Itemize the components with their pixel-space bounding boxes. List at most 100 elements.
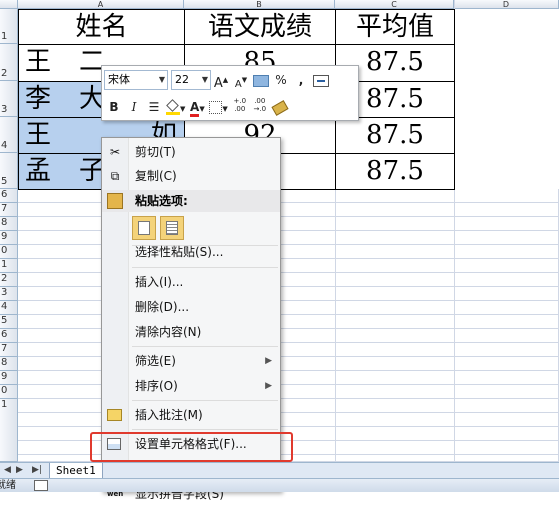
column-header-a[interactable]: A (18, 0, 184, 9)
menu-item-delete[interactable]: 删除(D)... (102, 295, 282, 319)
select-all-corner[interactable] (0, 0, 18, 9)
row-header-6[interactable]: 6 (0, 189, 18, 203)
italic-button[interactable]: I (124, 97, 144, 117)
tab-scroll-prev-icon[interactable]: ▶ (16, 463, 23, 477)
tab-scroll-last-icon[interactable]: ▶| (32, 463, 42, 477)
increase-decimal-button[interactable]: +.0 .00 (230, 97, 250, 117)
average-cell[interactable]: 87.5 (335, 153, 455, 190)
row-header-12[interactable]: 2 (0, 273, 18, 287)
menu-separator (132, 400, 278, 401)
grow-font-button[interactable]: A▲ (211, 70, 231, 91)
row-header-9[interactable]: 9 (0, 231, 18, 245)
menu-item-insert-comment[interactable]: 插入批注(M) (102, 403, 282, 427)
header-average[interactable]: 平均值 (335, 9, 455, 45)
row-header-11[interactable]: 1 (0, 259, 18, 273)
merge-center-icon (313, 74, 329, 87)
row-header-4[interactable]: 4 (0, 117, 18, 153)
paste-button[interactable] (132, 216, 156, 240)
name-first-char: 王 (25, 47, 52, 77)
percent-style-button[interactable]: % (271, 70, 291, 90)
chevron-down-icon: ▼ (222, 105, 228, 113)
copy-icon: ⧉ (110, 169, 120, 183)
font-name-select[interactable]: 宋体 ▼ (104, 70, 168, 90)
font-name-value: 宋体 (108, 73, 130, 86)
row-header-3[interactable]: 3 (0, 81, 18, 117)
font-size-select[interactable]: 22 ▼ (171, 70, 211, 90)
menu-item-label: 删除(D)... (135, 300, 190, 314)
bold-button[interactable]: B (104, 97, 124, 117)
shrink-font-button[interactable]: A▼ (231, 70, 251, 90)
menu-item-label: 清除内容(N) (135, 325, 202, 339)
tab-scroll-first-icon[interactable]: ◀ (4, 463, 11, 477)
row-header-21[interactable]: 1 (0, 399, 18, 462)
row-header-1[interactable]: 1 (0, 9, 18, 44)
menu-item-label: 复制(C) (135, 169, 177, 183)
row-header-2[interactable]: 2 (0, 44, 18, 81)
paint-bucket-icon (166, 98, 180, 115)
column-header-c[interactable]: C (335, 0, 454, 9)
row-header-16[interactable]: 6 (0, 329, 18, 343)
menu-item-label: 插入批注(M) (135, 408, 203, 422)
percent-icon: % (275, 73, 287, 87)
font-size-value: 22 (175, 73, 189, 86)
row-header-10[interactable]: 0 (0, 245, 18, 259)
center-align-button[interactable]: ☰ (144, 97, 164, 117)
highlight-annotation (90, 432, 293, 462)
row-header-19[interactable]: 9 (0, 371, 18, 385)
submenu-arrow-icon: ▶ (265, 381, 272, 391)
row-header-8[interactable]: 8 (0, 217, 18, 231)
comment-icon (107, 409, 122, 421)
column-header-d[interactable]: D (454, 0, 559, 9)
scissors-icon: ✂ (109, 145, 121, 159)
menu-item-filter[interactable]: 筛选(E) ▶ (102, 349, 282, 373)
menu-item-paste-special[interactable]: 选择性粘贴(S)... (102, 240, 282, 264)
menu-item-cut[interactable]: ✂ 剪切(T) (102, 140, 282, 164)
row-header-13[interactable]: 3 (0, 287, 18, 301)
comma-style-button[interactable]: , (291, 70, 311, 90)
paste-values-button[interactable] (160, 216, 184, 240)
format-painter-icon (271, 99, 289, 116)
sheet-tab[interactable]: Sheet1 (49, 463, 103, 479)
menu-item-label: 剪切(T) (135, 145, 176, 159)
row-header-7[interactable]: 7 (0, 203, 18, 217)
menu-item-copy[interactable]: ⧉ 复制(C) (102, 164, 282, 188)
row-header-17[interactable]: 7 (0, 343, 18, 357)
sheet-tab-bar: ◀ ▶ ▶| Sheet1 (0, 462, 559, 479)
paste-options-label: 粘贴选项: (135, 194, 188, 208)
menu-item-label: 排序(O) (135, 379, 178, 393)
merge-center-button[interactable] (311, 70, 331, 90)
fill-color-button[interactable]: ▼ (164, 97, 187, 117)
row-header-18[interactable]: 8 (0, 357, 18, 371)
font-color-button[interactable]: A▼ (187, 97, 207, 117)
column-header-b[interactable]: B (184, 0, 335, 9)
menu-separator (132, 267, 278, 268)
format-painter-button[interactable] (270, 97, 290, 117)
mini-toolbar: 宋体 ▼ 22 ▼ A▲ A▼ % , B I ☰ ▼ A▼ ▼ +.0 .00 .… (101, 65, 359, 121)
borders-button[interactable]: ▼ (207, 97, 229, 117)
paste-options-header: 粘贴选项: (102, 190, 280, 212)
average-cell[interactable]: 87.5 (335, 117, 455, 154)
borders-icon (209, 101, 223, 114)
row-header-5[interactable]: 5 (0, 153, 18, 189)
row-header-20[interactable]: 0 (0, 385, 18, 399)
row-header-15[interactable]: 5 (0, 315, 18, 329)
row-header-14[interactable]: 4 (0, 301, 18, 315)
chevron-down-icon: ▼ (180, 105, 186, 113)
comma-icon: , (298, 73, 304, 87)
paste-clipboard-icon (138, 221, 150, 235)
status-bar: 就绪 (0, 478, 559, 492)
header-name[interactable]: 姓名 (18, 9, 185, 45)
decrease-decimal-button[interactable]: .00 →.0 (250, 97, 270, 117)
menu-item-clear-contents[interactable]: 清除内容(N) (102, 320, 282, 344)
menu-item-label: 插入(I)... (135, 275, 184, 289)
chevron-down-icon: ▼ (201, 75, 208, 84)
menu-item-insert[interactable]: 插入(I)... (102, 270, 282, 294)
empty-grid-area[interactable] (18, 189, 559, 462)
chevron-down-icon: ▼ (199, 105, 205, 113)
accounting-format-button[interactable] (251, 70, 271, 90)
grow-font-icon: A (213, 76, 223, 91)
name-first-char: 孟 (25, 156, 52, 186)
macro-record-icon[interactable] (34, 480, 48, 491)
header-score[interactable]: 语文成绩 (184, 9, 336, 45)
menu-item-sort[interactable]: 排序(O) ▶ (102, 374, 282, 398)
